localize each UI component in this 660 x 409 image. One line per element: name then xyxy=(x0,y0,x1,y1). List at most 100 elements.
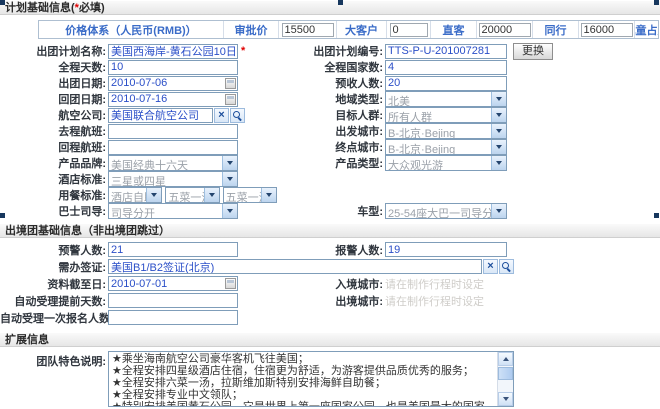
return-flight-input[interactable] xyxy=(108,140,238,155)
approval-price-input[interactable] xyxy=(282,23,334,37)
chevron-down-icon xyxy=(204,188,219,202)
selection-handle xyxy=(338,0,343,5)
form-row: 回团日期: 地域类型: 北美 xyxy=(0,91,660,107)
direct-price-input[interactable] xyxy=(479,23,531,37)
child-bed-label: 儿童占床 xyxy=(635,21,658,38)
visa-label: 需办签证: xyxy=(0,259,108,275)
target-audience-select[interactable]: 所有人群 xyxy=(385,107,507,123)
vehicle-type-select[interactable]: 25-54座大巴一司导分开 xyxy=(385,203,507,219)
calendar-icon[interactable] xyxy=(225,94,236,105)
total-days-input[interactable] xyxy=(108,60,238,75)
material-deadline-input[interactable] xyxy=(108,276,238,291)
section-header-extended: 扩展信息 xyxy=(0,332,660,347)
section-header-outbound: 出境团基础信息（非出境团跳过） xyxy=(0,223,660,238)
region-type-select[interactable]: 北美 xyxy=(385,91,507,107)
form-row: 产品品牌: 美国经典十六天 产品类型: 大众观光游 xyxy=(0,155,660,171)
material-deadline-label: 资料截至日: xyxy=(0,276,108,292)
team-feature-text[interactable]: ★乘坐海南航空公司豪华客机飞往美国； ★全程安排四星级酒店住宿，住宿更为舒适，为… xyxy=(109,352,497,406)
form-row: 自动受理提前天数: 出境城市: 请在制作行程时设定 xyxy=(0,292,660,309)
clear-icon[interactable]: × xyxy=(214,108,229,123)
exit-city-label: 出境城市: xyxy=(280,293,385,309)
chevron-down-icon xyxy=(261,188,276,202)
scrollbar[interactable] xyxy=(497,352,513,406)
section3-title: 扩展信息 xyxy=(5,334,49,346)
search-icon[interactable] xyxy=(499,259,514,274)
alarm-people-input[interactable] xyxy=(385,242,507,257)
vip-price-label: 大客户 xyxy=(337,21,387,38)
team-feature-textarea[interactable]: ★乘坐海南航空公司豪华客机飞往美国； ★全程安排四星级酒店住宿，住宿更为舒适，为… xyxy=(108,351,514,407)
auto-accept-people-label: 自动受理一次报名人数: xyxy=(0,310,108,326)
search-icon[interactable] xyxy=(230,108,245,123)
product-brand-label: 产品品牌: xyxy=(0,155,108,171)
scroll-up-icon[interactable] xyxy=(498,352,513,366)
form-row: 出团日期: 预收人数: xyxy=(0,75,660,91)
meal-standard-select-2[interactable]: 五菜一汤 xyxy=(165,187,219,203)
target-audience-value: 所有人群 xyxy=(386,108,491,122)
country-count-input[interactable] xyxy=(385,60,507,75)
depart-city-value: B-北京·Bejing xyxy=(386,124,491,138)
meal-standard-select-3[interactable]: 五菜一汤 xyxy=(223,187,277,203)
scroll-down-icon[interactable] xyxy=(498,392,513,406)
depart-city-select[interactable]: B-北京·Bejing xyxy=(385,123,507,139)
form-row: 资料截至日: 入境城市: 请在制作行程时设定 xyxy=(0,275,660,292)
warning-people-input[interactable] xyxy=(108,242,238,257)
target-audience-label: 目标人群: xyxy=(280,107,385,123)
airline-label: 航空公司: xyxy=(0,107,108,123)
form-row: 自动受理一次报名人数: xyxy=(0,309,660,326)
section2-title: 出境团基础信息（非出境团跳过） xyxy=(5,225,170,237)
clear-icon[interactable]: × xyxy=(483,259,498,274)
meal-standard-label: 用餐标准: xyxy=(0,187,108,203)
peer-price-cell xyxy=(579,21,635,38)
chevron-down-icon xyxy=(222,156,237,170)
alarm-people-label: 报警人数: xyxy=(280,242,385,258)
extended-info-form: 团队特色说明: ★乘坐海南航空公司豪华客机飞往美国； ★全程安排四星级酒店住宿，… xyxy=(0,351,660,407)
product-brand-select[interactable]: 美国经典十六天 xyxy=(108,155,238,171)
selection-handle xyxy=(654,213,659,218)
total-days-label: 全程天数: xyxy=(0,59,108,75)
bus-guide-value: 司导分开 xyxy=(109,204,222,218)
plan-name-input[interactable] xyxy=(108,44,238,59)
form-row: 出团计划名称: * 出团计划编号: 更换 xyxy=(0,43,660,59)
vehicle-type-value: 25-54座大巴一司导分开 xyxy=(386,204,491,218)
depart-date-input[interactable] xyxy=(108,76,238,91)
country-count-label: 全程国家数: xyxy=(280,59,385,75)
outbound-flight-label: 去程航班: xyxy=(0,123,108,139)
section-header-plan-basic: 计划基础信息(*必填) xyxy=(0,0,660,15)
visa-input[interactable] xyxy=(108,259,482,274)
plan-code-label: 出团计划编号: xyxy=(280,43,385,59)
form-row: 去程航班: 出发城市: B-北京·Bejing xyxy=(0,123,660,139)
outbound-flight-input[interactable] xyxy=(108,124,238,139)
team-feature-label: 团队特色说明: xyxy=(0,351,108,369)
vip-price-input[interactable] xyxy=(390,23,428,37)
return-date-input[interactable] xyxy=(108,92,238,107)
price-table: 价格体系（人民币(RMB)） 审批价 大客户 直客 同行 儿童占床 xyxy=(38,20,659,39)
auto-accept-people-input[interactable] xyxy=(108,310,238,325)
product-type-select[interactable]: 大众观光游 xyxy=(385,155,507,171)
bus-guide-select[interactable]: 司导分开 xyxy=(108,203,238,219)
scrollbar-thumb[interactable] xyxy=(498,367,513,380)
section1-title: 计划基础信息( xyxy=(5,2,75,14)
hotel-standard-label: 酒店标准: xyxy=(0,171,108,187)
price-system-label: 价格体系（人民币(RMB)） xyxy=(39,21,224,38)
change-code-button[interactable]: 更换 xyxy=(513,43,553,60)
calendar-icon[interactable] xyxy=(225,278,236,289)
expected-people-input[interactable] xyxy=(385,76,507,91)
scrollbar-track[interactable] xyxy=(498,380,513,392)
airline-input[interactable] xyxy=(108,108,213,123)
calendar-icon[interactable] xyxy=(225,78,236,89)
return-date-label: 回团日期: xyxy=(0,91,108,107)
hotel-standard-value: 三星或四星 xyxy=(109,172,222,186)
end-city-select[interactable]: B-北京·Bejing xyxy=(385,139,507,155)
chevron-down-icon xyxy=(222,172,237,186)
plan-code-input[interactable] xyxy=(385,44,507,59)
hotel-standard-select[interactable]: 三星或四星 xyxy=(108,171,238,187)
tour-plan-form-page: 计划基础信息(*必填) 价格体系（人民币(RMB)） 审批价 大客户 直客 同行… xyxy=(0,0,660,409)
peer-price-input[interactable] xyxy=(581,23,633,37)
meal-standard-value-1: 酒店自助 xyxy=(109,188,146,202)
direct-price-label: 直客 xyxy=(431,21,477,38)
auto-accept-days-input[interactable] xyxy=(108,293,238,308)
meal-standard-select-1[interactable]: 酒店自助 xyxy=(108,187,162,203)
warning-people-label: 预警人数: xyxy=(0,242,108,258)
form-row: 预警人数: 报警人数: xyxy=(0,241,660,258)
required-asterisk: * xyxy=(241,45,245,57)
